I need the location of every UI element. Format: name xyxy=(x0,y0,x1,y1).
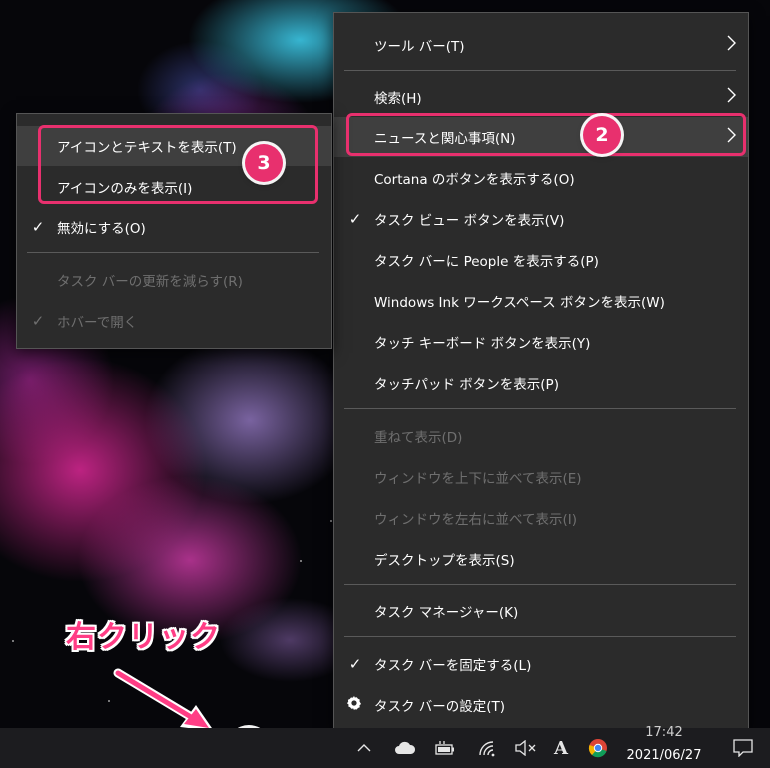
taskbar-context-menu: ツール バー(T) 検索(H) ニュースと関心事項(N) Cortana のボタ… xyxy=(333,12,749,734)
submenu-item-icon-only[interactable]: アイコンのみを表示(I) xyxy=(17,167,331,207)
menu-item-label: タスク ビュー ボタンを表示(V) xyxy=(374,213,565,229)
menu-separator xyxy=(344,636,736,637)
clock-date: 2021/06/27 xyxy=(626,748,702,763)
menu-item-label: ウィンドウを上下に並べて表示(E) xyxy=(374,471,582,487)
right-click-callout: 右クリック xyxy=(66,620,221,655)
news-submenu: アイコンとテキストを表示(T) アイコンのみを表示(I) ✓ 無効にする(O) … xyxy=(16,113,332,349)
submenu-item-reduce-updates: タスク バーの更新を減らす(R) xyxy=(17,260,331,300)
menu-item-label: ウィンドウを左右に並べて表示(I) xyxy=(374,512,577,528)
menu-item-label: 無効にする(O) xyxy=(57,221,146,237)
submenu-item-icon-and-text[interactable]: アイコンとテキストを表示(T) xyxy=(17,126,331,166)
menu-item-side-by-side: ウィンドウを左右に並べて表示(I) xyxy=(334,498,748,538)
menu-item-search[interactable]: 検索(H) xyxy=(334,77,748,117)
menu-item-cascade: 重ねて表示(D) xyxy=(334,416,748,456)
menu-item-label: タスク バーの設定(T) xyxy=(374,699,506,715)
menu-item-label: Windows Ink ワークスペース ボタンを表示(W) xyxy=(374,295,665,311)
chevron-up-icon[interactable] xyxy=(352,728,376,768)
menu-item-people[interactable]: タスク バーに People を表示する(P) xyxy=(334,240,748,280)
menu-item-cortana[interactable]: Cortana のボタンを表示する(O) xyxy=(334,158,748,198)
menu-item-touchpad[interactable]: タッチパッド ボタンを表示(P) xyxy=(334,363,748,403)
menu-item-label: タッチ キーボード ボタンを表示(Y) xyxy=(374,336,591,352)
step-badge-3: 3 xyxy=(245,144,283,182)
menu-separator xyxy=(344,70,736,71)
menu-item-taskbar-settings[interactable]: タスク バーの設定(T) xyxy=(334,685,748,725)
ime-a-icon[interactable]: A xyxy=(550,728,572,768)
menu-item-label: デスクトップを表示(S) xyxy=(374,553,515,569)
step-badge-2: 2 xyxy=(583,116,621,154)
menu-item-label: ホバーで開く xyxy=(57,315,138,331)
menu-separator xyxy=(27,252,319,253)
submenu-item-open-on-hover: ✓ ホバーで開く xyxy=(17,301,331,341)
notification-icon[interactable] xyxy=(730,728,756,768)
checkmark-icon: ✓ xyxy=(348,655,362,673)
gear-icon xyxy=(345,694,363,716)
menu-item-touch-keyboard[interactable]: タッチ キーボード ボタンを表示(Y) xyxy=(334,322,748,362)
checkmark-icon: ✓ xyxy=(31,218,45,236)
speaker-muted-icon[interactable] xyxy=(512,728,540,768)
callout-arrow xyxy=(113,668,214,731)
menu-item-label: 重ねて表示(D) xyxy=(374,430,463,446)
checkmark-icon: ✓ xyxy=(348,210,362,228)
menu-item-lock-taskbar[interactable]: ✓ タスク バーを固定する(L) xyxy=(334,644,748,684)
taskbar[interactable]: A 17:42 2021/06/27 xyxy=(0,725,770,768)
wifi-icon[interactable] xyxy=(474,728,500,768)
onedrive-cloud-icon[interactable] xyxy=(392,728,418,768)
menu-item-news-and-interests[interactable]: ニュースと関心事項(N) xyxy=(334,117,748,157)
chevron-right-icon xyxy=(726,127,736,147)
clock-time: 17:42 xyxy=(645,725,683,740)
menu-item-label: タスク マネージャー(K) xyxy=(374,605,519,621)
taskbar-clock[interactable]: 17:42 2021/06/27 xyxy=(612,725,716,768)
menu-item-label: タスク バーの更新を減らす(R) xyxy=(57,274,243,290)
menu-item-label: ツール バー(T) xyxy=(374,39,465,55)
menu-item-label: 検索(H) xyxy=(374,91,422,107)
menu-item-label: タスク バーに People を表示する(P) xyxy=(374,254,599,270)
menu-item-label: タッチパッド ボタンを表示(P) xyxy=(374,377,559,393)
menu-item-windows-ink[interactable]: Windows Ink ワークスペース ボタンを表示(W) xyxy=(334,281,748,321)
menu-item-label: アイコンのみを表示(I) xyxy=(57,181,193,197)
menu-item-show-desktop[interactable]: デスクトップを表示(S) xyxy=(334,539,748,579)
menu-item-label: ニュースと関心事項(N) xyxy=(374,131,516,147)
menu-item-label: タスク バーを固定する(L) xyxy=(374,658,532,674)
checkmark-icon: ✓ xyxy=(31,312,45,330)
menu-item-task-manager[interactable]: タスク マネージャー(K) xyxy=(334,591,748,631)
menu-separator xyxy=(344,584,736,585)
battery-icon[interactable] xyxy=(432,728,458,768)
menu-item-stack: ウィンドウを上下に並べて表示(E) xyxy=(334,457,748,497)
chevron-right-icon xyxy=(726,35,736,55)
menu-item-label: アイコンとテキストを表示(T) xyxy=(57,140,237,156)
chrome-icon[interactable] xyxy=(585,728,611,768)
menu-item-label: Cortana のボタンを表示する(O) xyxy=(374,172,575,188)
menu-separator xyxy=(344,408,736,409)
menu-item-task-view[interactable]: ✓ タスク ビュー ボタンを表示(V) xyxy=(334,199,748,239)
chevron-right-icon xyxy=(726,87,736,107)
menu-item-toolbar[interactable]: ツール バー(T) xyxy=(334,25,748,65)
submenu-item-disable[interactable]: ✓ 無効にする(O) xyxy=(17,207,331,247)
